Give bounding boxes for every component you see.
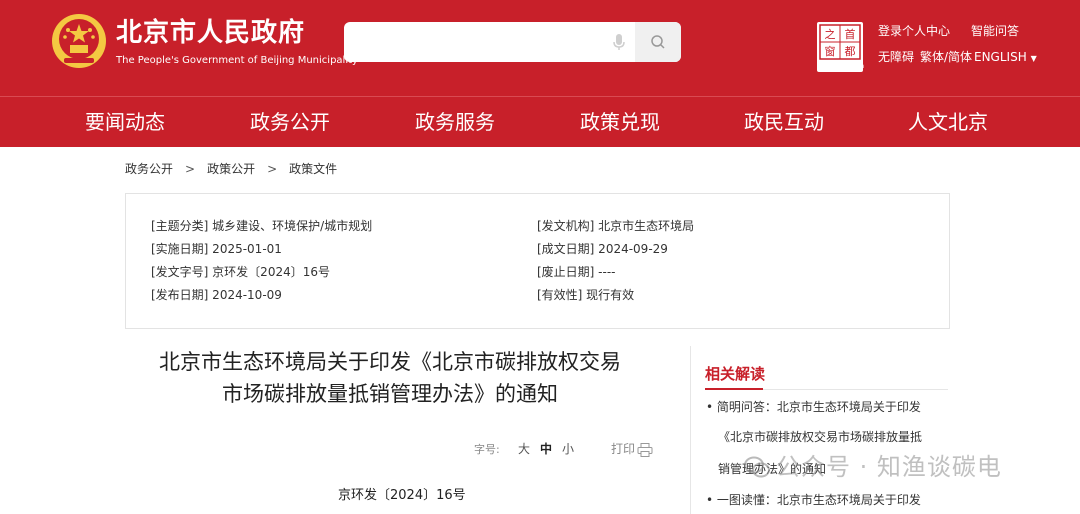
traditional-simplified-link[interactable]: 繁体/简体 xyxy=(920,50,972,64)
breadcrumb-separator: > xyxy=(267,162,278,176)
nav-policy-fulfillment[interactable]: 政策兑现 xyxy=(580,110,660,134)
sidebar-divider xyxy=(690,346,691,514)
print-button[interactable]: 打印 xyxy=(611,442,635,456)
national-emblem-icon[interactable] xyxy=(50,12,108,70)
document-metadata-panel: [主题分类] 城乡建设、环境保护/城市规划 [发文机构] 北京市生态环境局 [实… xyxy=(125,193,950,329)
main-nav: 要闻动态 政务公开 政务服务 政策兑现 政民互动 人文北京 xyxy=(0,96,1080,147)
nav-news[interactable]: 要闻动态 xyxy=(85,110,165,134)
meta-issuer: [发文机构] 北京市生态环境局 xyxy=(537,219,695,233)
svg-text:都: 都 xyxy=(845,45,856,58)
search-button[interactable] xyxy=(635,22,681,62)
related-item-1-cont[interactable]: 《北京市碳排放权交易市场碳排放量抵 xyxy=(718,430,922,444)
nav-culture[interactable]: 人文北京 xyxy=(908,110,988,134)
login-link[interactable]: 登录个人中心 xyxy=(878,24,950,38)
search-input[interactable] xyxy=(352,28,606,58)
related-item-1[interactable]: • 简明问答：北京市生态环境局关于印发 xyxy=(706,400,921,414)
english-label: ENGLISH xyxy=(974,50,1027,64)
nav-gov-affairs[interactable]: 政务公开 xyxy=(250,110,330,134)
font-size-small-button[interactable]: 小 xyxy=(562,442,574,456)
meta-publish-date: [发布日期] 2024-10-09 xyxy=(151,288,282,302)
related-accent-line xyxy=(705,388,763,390)
site-title[interactable]: 北京市人民政府 xyxy=(116,18,305,48)
nav-gov-services[interactable]: 政务服务 xyxy=(415,110,495,134)
font-size-label: 字号: xyxy=(474,443,500,456)
watermark-text: 公众号 · 知渔谈碳电 xyxy=(776,453,1002,481)
breadcrumb-item[interactable]: 政务公开 xyxy=(125,162,173,176)
capital-window-logo-icon: 之 首 窗 都 xyxy=(819,24,861,60)
meta-repeal-date: [废止日期] ---- xyxy=(537,265,616,279)
breadcrumb-separator: > xyxy=(185,162,196,176)
site-subtitle: The People's Government of Beijing Munic… xyxy=(116,55,358,66)
font-size-large-button[interactable]: 大 xyxy=(518,442,530,456)
breadcrumb-item[interactable]: 政策文件 xyxy=(289,162,337,176)
meta-effective-date: [实施日期] 2025-01-01 xyxy=(151,242,282,256)
font-size-medium-button[interactable]: 中 xyxy=(540,442,552,456)
accessibility-link[interactable]: 无障碍 xyxy=(878,50,914,64)
svg-text:首: 首 xyxy=(845,27,856,41)
smart-qa-link[interactable]: 智能问答 xyxy=(971,24,1019,38)
meta-doc-number: [发文字号] 京环发〔2024〕16号 xyxy=(151,265,330,279)
nav-interaction[interactable]: 政民互动 xyxy=(744,110,824,134)
meta-validity: [有效性] 现行有效 xyxy=(537,288,635,302)
wechat-icon xyxy=(744,456,770,478)
article-title: 北京市生态环境局关于印发《北京市碳排放权交易 市场碳排放量抵销管理办法》的通知 xyxy=(120,346,660,410)
related-item-2[interactable]: • 一图读懂：北京市生态环境局关于印发 xyxy=(706,493,921,507)
meta-created-date: [成文日期] 2024-09-29 xyxy=(537,242,668,256)
article-title-line: 市场碳排放量抵销管理办法》的通知 xyxy=(222,382,558,406)
svg-text:窗: 窗 xyxy=(825,44,836,58)
printer-icon[interactable] xyxy=(637,443,653,457)
search-icon xyxy=(651,35,665,49)
meta-topic: [主题分类] 城乡建设、环境保护/城市规划 xyxy=(151,219,373,233)
related-heading: 相关解读 xyxy=(705,365,766,383)
article-title-line: 北京市生态环境局关于印发《北京市碳排放权交易 xyxy=(159,350,621,374)
english-link[interactable]: ENGLISH ▼ xyxy=(974,50,1037,66)
microphone-icon[interactable] xyxy=(607,30,631,54)
article-doc-number: 京环发〔2024〕16号 xyxy=(338,488,466,503)
breadcrumb-item[interactable]: 政策公开 xyxy=(207,162,255,176)
svg-text:之: 之 xyxy=(825,27,836,41)
breadcrumb: 政务公开 > 政策公开 > 政策文件 xyxy=(125,162,337,176)
caret-down-icon: ▼ xyxy=(1030,54,1037,63)
logo-caption: Beijing-China xyxy=(817,62,865,70)
